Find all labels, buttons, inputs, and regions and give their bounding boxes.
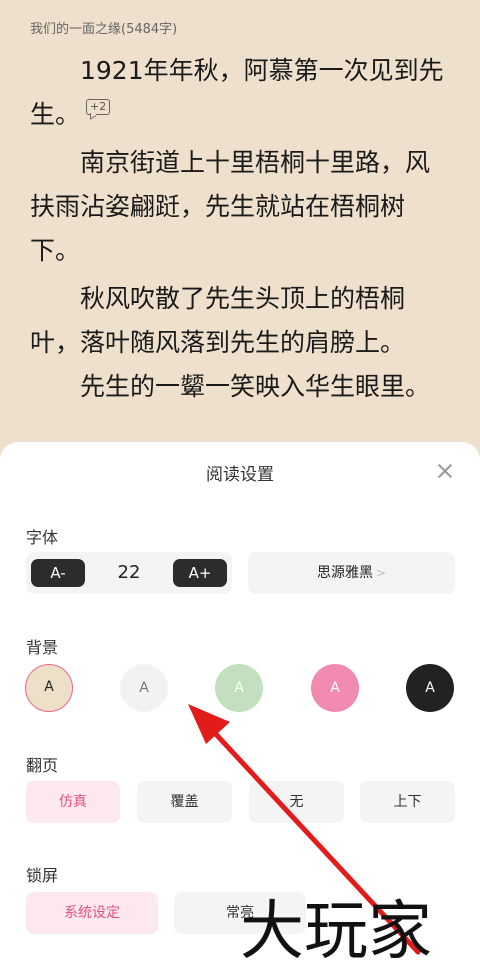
font-family-select[interactable]: 思源雅黑 > — [248, 552, 455, 594]
comment-count-badge[interactable]: +2 — [86, 98, 111, 115]
watermark-logo: 大玩家 — [240, 895, 432, 969]
lock-screen-option-system[interactable]: 系统设定 — [26, 892, 158, 934]
lock-screen-section-label: 锁屏 — [26, 866, 59, 885]
font-section-label: 字体 — [26, 528, 59, 547]
background-swatch-pink[interactable]: A — [311, 664, 359, 712]
font-size-stepper: A- 22 A+ — [26, 552, 232, 594]
page-turn-option-vertical[interactable]: 上下 — [360, 781, 455, 823]
font-size-increase-button[interactable]: A+ — [173, 559, 227, 587]
chapter-title: 我们的一面之缘(5484字) — [30, 22, 178, 37]
background-swatch-green[interactable]: A — [215, 664, 263, 712]
page-turn-section-label: 翻页 — [26, 756, 59, 775]
paragraph-3: 秋风吹散了先生头顶上的梧桐叶，落叶随风落到先生的肩膀上。 — [30, 284, 406, 357]
page-turn-option-cover[interactable]: 覆盖 — [137, 781, 232, 823]
background-swatch-gray[interactable]: A — [120, 664, 168, 712]
background-swatch-beige[interactable]: A — [25, 664, 73, 712]
paragraph-4: 先生的一颦一笑映入华生眼里。 — [80, 372, 431, 401]
font-size-decrease-button[interactable]: A- — [31, 559, 85, 587]
chevron-right-icon: > — [375, 566, 387, 580]
paragraph-2: 南京街道上十里梧桐十里路，风扶雨沾姿翩跹，先生就站在梧桐树下。 — [30, 148, 431, 265]
paragraph-1: 1921年年秋，阿慕第一次见到先生。 +2 — [30, 49, 450, 137]
background-section-label: 背景 — [26, 638, 59, 657]
close-icon[interactable] — [434, 460, 456, 482]
page-turn-option-simulate[interactable]: 仿真 — [26, 781, 120, 823]
font-family-name: 思源雅黑 — [316, 565, 373, 581]
reader-page: 我们的一面之缘(5484字) 1921年年秋，阿慕第一次见到先生。 +2 南京街道… — [0, 0, 480, 460]
font-size-value: 22 — [117, 562, 141, 583]
background-swatch-dark[interactable]: A — [406, 664, 454, 712]
panel-title: 阅读设置 — [206, 465, 274, 485]
page-turn-option-none[interactable]: 无 — [249, 781, 344, 823]
